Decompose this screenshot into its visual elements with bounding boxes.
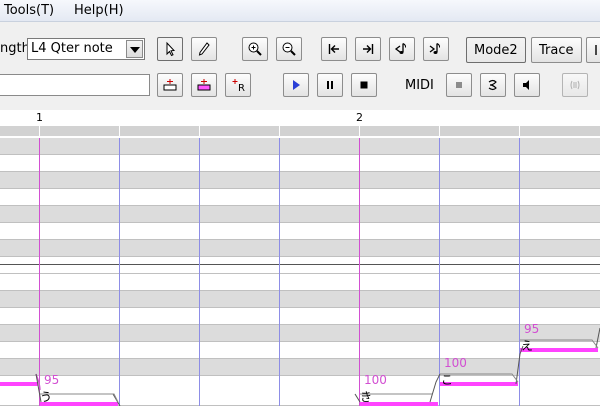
insert-r-icon: R [232,79,245,93]
ruler-tick [39,126,40,136]
next-note-button[interactable] [423,37,449,61]
loop-icon [488,79,497,91]
note-length-select[interactable]: L4 Qter note [27,38,145,60]
measure-number-2: 2 [356,111,363,124]
lyric-input[interactable] [0,74,150,96]
menu-help[interactable]: Help(H) [74,3,124,18]
note-lyric[interactable]: こ [441,371,453,388]
select-tool-button[interactable] [157,37,183,61]
pitch-curve [595,327,600,349]
ruler-tick [279,126,280,136]
note-back-icon [394,43,407,54]
mode2-label: Mode2 [474,42,518,58]
ruler-tick [199,126,200,136]
pitch-curve [429,373,441,403]
ruler-bar [0,126,600,136]
record-button[interactable] [446,73,472,97]
insert-bar-icon [163,79,177,91]
go-end-icon [363,44,374,54]
zoom-in-icon [248,42,262,56]
go-end-button[interactable] [355,37,381,61]
note-bar[interactable] [0,382,38,386]
insert-note-button[interactable] [191,73,217,97]
speaker-icon [523,80,529,90]
length-label: ngth [0,41,30,56]
menu-tools[interactable]: Tools(T) [4,3,54,18]
prev-note-button[interactable] [389,37,415,61]
zoom-out-button[interactable] [276,37,302,61]
insert-r-button[interactable]: R [225,73,251,97]
trace-button[interactable]: Trace [531,37,582,63]
note-length-value: L4 Qter note [31,41,113,56]
note-velocity: 100 [364,373,387,387]
note-velocity: 95 [524,322,540,336]
notes-layer [0,327,600,406]
metronome-button[interactable] [562,73,588,97]
ruler-tick [519,126,520,136]
pause-icon [327,81,333,89]
bar-icon [595,45,597,55]
svg-text:R: R [238,83,245,93]
note-velocity: 100 [444,356,467,370]
metronome-icon [570,80,580,90]
measure-ruler[interactable]: 1 2 [0,110,600,138]
loop-button[interactable] [480,73,506,97]
overflow-button[interactable] [586,37,600,63]
record-icon [456,82,462,88]
speaker-button[interactable] [514,73,540,97]
menu-bar: Tools(T) Help(H) [0,0,600,22]
ruler-tick [359,126,360,136]
note-lyric[interactable]: え [521,337,533,354]
zoom-out-icon [282,42,296,56]
note-forward-icon [429,43,441,54]
chevron-down-icon[interactable] [126,40,143,58]
ruler-tick [119,126,120,136]
play-button[interactable] [283,73,309,97]
stop-button[interactable] [351,73,377,97]
cursor-arrow-icon [166,41,176,57]
pencil-tool-button[interactable] [191,37,217,61]
mode2-button[interactable]: Mode2 [466,37,526,63]
note-lyric[interactable]: う [40,388,52,405]
trace-label: Trace [539,42,574,58]
stop-icon [360,81,368,89]
pencil-icon [198,42,210,56]
toolbar: ngth L4 Qter note Mode2 Trace R MIDI [0,22,600,110]
insert-note-icon [197,79,211,91]
go-start-button[interactable] [321,37,347,61]
zoom-in-button[interactable] [242,37,268,61]
ruler-tick [439,126,440,136]
note-velocity: 95 [44,373,60,387]
pause-button[interactable] [317,73,343,97]
midi-label: MIDI [405,78,434,93]
piano-roll-grid[interactable]: 95 う 100 き 100 こ 95 え [0,138,600,406]
note-lyric[interactable]: き [360,388,372,405]
measure-number-1: 1 [36,111,43,124]
go-start-icon [328,44,339,54]
play-icon [293,80,300,90]
insert-rest-button[interactable] [157,73,183,97]
